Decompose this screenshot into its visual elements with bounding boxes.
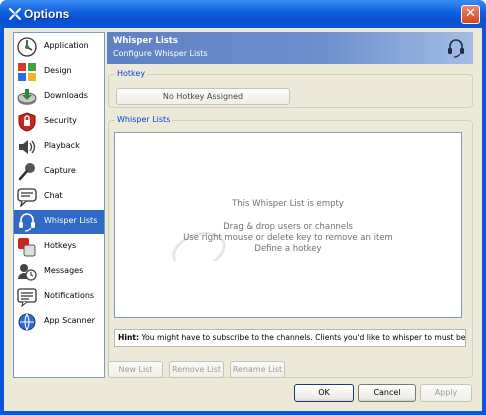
app-scanner-icon bbox=[18, 313, 36, 331]
sidebar-item-label: Hotkeys bbox=[44, 241, 77, 250]
close-icon: ✕ bbox=[465, 6, 476, 21]
window-title: Options bbox=[24, 7, 70, 21]
hotkey-assign-button[interactable]: No Hotkey Assigned bbox=[116, 88, 290, 105]
page-subtitle: Configure Whisper Lists bbox=[113, 49, 208, 58]
dialog-body: Application Design Downloads Security Pl… bbox=[4, 28, 482, 411]
design-icon bbox=[18, 63, 36, 81]
empty-list-hint-1: Drag & drop users or channels bbox=[223, 222, 353, 232]
sidebar-item-label: Capture bbox=[44, 166, 76, 175]
whisper-list-box[interactable]: This Whisper List is empty Drag & drop u… bbox=[114, 132, 462, 318]
hint-text: You might have to subscribe to the chann… bbox=[139, 333, 466, 342]
whisper-lists-group-label: Whisper Lists bbox=[115, 115, 173, 124]
hotkeys-icon bbox=[18, 238, 36, 257]
close-button[interactable]: ✕ bbox=[461, 5, 480, 24]
sidebar-item-label: Playback bbox=[44, 141, 80, 150]
sidebar-item-notifications[interactable]: Notifications bbox=[14, 285, 104, 309]
sidebar-item-downloads[interactable]: Downloads bbox=[14, 85, 104, 109]
sidebar-item-messages[interactable]: Messages bbox=[14, 260, 104, 284]
sidebar-item-label: Notifications bbox=[44, 291, 95, 300]
sidebar-item-whisper-lists[interactable]: Whisper Lists bbox=[14, 210, 104, 234]
hotkey-group: Hotkey No Hotkey Assigned bbox=[108, 69, 473, 108]
cancel-button[interactable]: Cancel bbox=[358, 384, 416, 402]
sidebar-item-label: Whisper Lists bbox=[44, 216, 98, 225]
remove-list-button[interactable]: Remove List bbox=[169, 361, 224, 378]
sidebar-item-label: Messages bbox=[44, 266, 84, 275]
downloads-icon bbox=[17, 89, 37, 105]
rename-list-button[interactable]: Rename List bbox=[230, 361, 285, 378]
sidebar-item-security[interactable]: Security bbox=[14, 110, 104, 134]
new-list-button[interactable]: New List bbox=[108, 361, 163, 378]
hotkey-group-label: Hotkey bbox=[115, 69, 148, 78]
teamspeak-logo-icon bbox=[9, 8, 21, 20]
sidebar-item-label: Downloads bbox=[44, 91, 88, 100]
category-list[interactable]: Application Design Downloads Security Pl… bbox=[13, 32, 105, 378]
sidebar-item-label: Application bbox=[44, 41, 89, 50]
security-icon bbox=[18, 112, 36, 132]
sidebar-item-chat[interactable]: Chat bbox=[14, 185, 104, 209]
sidebar-item-application[interactable]: Application bbox=[14, 35, 104, 59]
sidebar-item-playback[interactable]: Playback bbox=[14, 135, 104, 159]
empty-list-hint-3: Define a hotkey bbox=[254, 244, 322, 254]
options-window: Options ✕ Application Design Downloads S… bbox=[0, 0, 486, 415]
sidebar-item-label: App Scanner bbox=[44, 316, 95, 325]
sidebar-item-app-scanner[interactable]: App Scanner bbox=[14, 310, 104, 334]
application-icon bbox=[17, 37, 37, 57]
page-header: Whisper Lists Configure Whisper Lists bbox=[107, 32, 473, 64]
apply-button[interactable]: Apply bbox=[420, 384, 472, 402]
title-bar[interactable]: Options ✕ bbox=[0, 0, 486, 28]
playback-icon bbox=[19, 140, 36, 154]
empty-list-title: This Whisper List is empty bbox=[232, 199, 344, 209]
sidebar-item-hotkeys[interactable]: Hotkeys bbox=[14, 235, 104, 259]
notifications-icon bbox=[17, 288, 37, 307]
ok-button[interactable]: OK bbox=[294, 384, 354, 402]
empty-list-hint-2: Use right mouse or delete key to remove … bbox=[183, 233, 393, 243]
headset-icon bbox=[448, 39, 464, 58]
hint-bar: Hint: You might have to subscribe to the… bbox=[114, 329, 466, 347]
sidebar-item-label: Security bbox=[44, 116, 77, 125]
sidebar-item-capture[interactable]: Capture bbox=[14, 160, 104, 184]
sidebar-item-design[interactable]: Design bbox=[14, 60, 104, 84]
messages-icon bbox=[18, 264, 37, 281]
sidebar-item-label: Design bbox=[44, 66, 72, 75]
hint-label: Hint: bbox=[118, 333, 140, 342]
page-title: Whisper Lists bbox=[113, 36, 178, 46]
chat-icon bbox=[17, 188, 37, 207]
sidebar-item-label: Chat bbox=[44, 191, 63, 200]
whisper-icon bbox=[19, 213, 35, 232]
capture-icon bbox=[18, 163, 35, 181]
